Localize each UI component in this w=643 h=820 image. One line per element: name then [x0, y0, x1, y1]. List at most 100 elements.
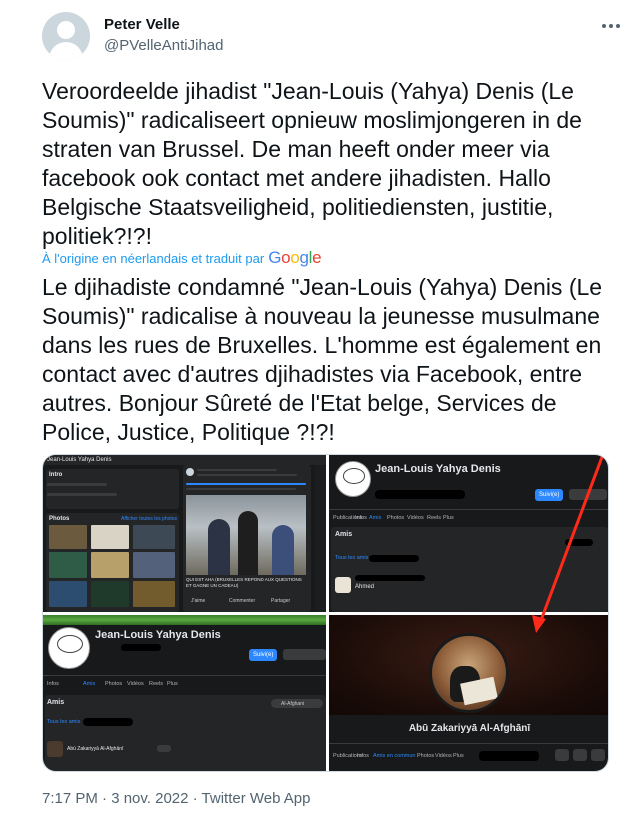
- translation-note: À l'origine en néerlandais et traduit pa…: [42, 251, 265, 266]
- img4-tab: Photos: [417, 753, 435, 759]
- google-logo: Google: [268, 248, 322, 267]
- post-photo: [186, 495, 306, 575]
- friend-avatar: [47, 741, 63, 757]
- redaction: [479, 751, 539, 761]
- profile-picture: [429, 633, 509, 713]
- person-shape: [238, 511, 258, 575]
- friend-action: [157, 745, 171, 752]
- img3-tab: Vidéos: [127, 681, 144, 687]
- img1-post-caption: QUI EST AHA (BRUXELLES REPOND AUX QUESTI…: [186, 577, 302, 588]
- photo-thumb: [91, 581, 129, 607]
- img3-tab: Photos: [105, 681, 123, 687]
- post-text-line: [197, 469, 277, 471]
- photo-thumb: [49, 525, 87, 549]
- tweet-header: Peter Velle @PVelleAntiJihad: [42, 12, 623, 72]
- avatar-body-shape: [49, 42, 83, 60]
- img3-tab: Plus: [167, 681, 178, 687]
- img2-tab-active: Amis: [369, 515, 382, 521]
- post-text-line: [186, 483, 306, 485]
- photo-thumb: [133, 552, 175, 578]
- tweet-translated-line: Soumis)" radicalise à nouveau la jeuness…: [42, 303, 600, 329]
- img2-tab: Photos: [387, 515, 405, 521]
- page-logo: [335, 461, 371, 497]
- post-text-line: [197, 474, 297, 476]
- img4-tab: Plus: [453, 753, 464, 759]
- img1-photos-label: Photos: [49, 516, 70, 522]
- tweet-text-line: straten van Brussel. De man heeft onder …: [42, 136, 550, 162]
- tweet-text-original: Veroordeelde jihadist "Jean-Louis (Yahya…: [42, 77, 612, 251]
- img1-intro-line: [47, 493, 117, 496]
- redaction: [565, 539, 593, 546]
- redaction: [369, 555, 419, 562]
- tweet-translated-line: autres. Bonjour Sûreté de l'Etat belge, …: [42, 390, 557, 416]
- redaction: [355, 575, 425, 581]
- img2-profile-name: Jean-Louis Yahya Denis: [375, 463, 501, 475]
- img3-tab: Reels: [149, 681, 164, 687]
- author-handle[interactable]: @PVelleAntiJihad: [104, 36, 223, 56]
- redaction: [121, 644, 161, 651]
- friend-avatar: [335, 577, 351, 593]
- img2-message-button: [569, 489, 607, 500]
- redaction: [83, 718, 133, 726]
- tweet-text-line: politiek?!?!: [42, 223, 152, 249]
- tweet-translated-line: contact avec d'autres djihadistes via Fa…: [42, 361, 583, 387]
- img3-profile-name: Jean-Louis Yahya Denis: [95, 629, 221, 641]
- img3-tab-active: Amis: [83, 681, 96, 687]
- img3-all-friends: Tous les amis: [47, 719, 81, 725]
- person-shape: [208, 519, 230, 575]
- img3-message-button: [283, 649, 326, 660]
- more-options-icon[interactable]: [601, 16, 623, 36]
- tweet-text-translated: Le djihadiste condamné "Jean-Louis (Yahy…: [42, 273, 612, 447]
- img3-tab: Infos: [47, 681, 59, 687]
- avatar-head-shape: [57, 21, 75, 39]
- avatar[interactable]: [42, 12, 90, 60]
- cover-grass: [43, 615, 326, 625]
- img2-tab: Vidéos: [407, 515, 424, 521]
- author-display-name[interactable]: Peter Velle: [104, 15, 223, 35]
- media-grid: Jean-Louis Yahya Denis Intro Photos Affi…: [42, 454, 609, 772]
- divider: [329, 743, 608, 744]
- img1-intro-panel: [46, 469, 179, 509]
- img4-profile-name: Abū Zakariyyā Al-Afghānī: [408, 723, 531, 734]
- media-image-3[interactable]: Jean-Louis Yahya Denis Suivi(e) Infos Am…: [43, 615, 326, 771]
- media-image-1[interactable]: Jean-Louis Yahya Denis Intro Photos Affi…: [43, 455, 326, 612]
- img1-page-name: Jean-Louis Yahya Denis: [47, 457, 112, 463]
- img3-search-text: Al-Afghani: [281, 701, 305, 707]
- media-image-4[interactable]: Abū Zakariyyā Al-Afghānī Publications In…: [329, 615, 608, 771]
- img1-like: J'aime: [191, 598, 206, 604]
- post-avatar: [186, 468, 194, 476]
- img4-tab-active: Amis en commun: [373, 753, 416, 759]
- photo-thumb: [91, 552, 129, 578]
- img2-tab: Infos: [355, 515, 367, 521]
- img2-all-friends: Tous les amis: [335, 555, 369, 561]
- person-shape: [272, 525, 294, 575]
- img1-scrollbar: [315, 465, 326, 612]
- tweet-translated-line: dans les rues de Bruxelles. L'homme est …: [42, 332, 602, 358]
- img1-intro-line: [47, 483, 107, 486]
- img4-tab: Vidéos: [435, 753, 452, 759]
- img1-comment: Commenter: [229, 598, 256, 604]
- tweet-text-line: Soumis)" radicaliseert opnieuw moslimjon…: [42, 107, 582, 133]
- media-image-2[interactable]: Jean-Louis Yahya Denis Suivi(e) Publicat…: [329, 455, 608, 612]
- page-logo: [48, 627, 90, 669]
- photo-thumb: [91, 525, 129, 549]
- img3-follow-button: Suivi(e): [249, 649, 278, 661]
- img4-tab: Infos: [357, 753, 369, 759]
- img3-friends-heading: Amis: [47, 699, 65, 706]
- img1-share: Partager: [271, 598, 291, 604]
- tweet-text-line: Belgische Staatsveiligheid, politiediens…: [42, 194, 554, 220]
- tweet-translated-line: Le djihadiste condamné "Jean-Louis (Yahy…: [42, 274, 603, 300]
- img2-follow-button: Suivi(e): [535, 489, 564, 501]
- img2-friend-name: Ahmed: [355, 584, 375, 590]
- messenger-icon: [555, 749, 569, 761]
- tweet-timestamp[interactable]: 7:17 PM · 3 nov. 2022 · Twitter Web App: [42, 789, 310, 809]
- divider: [329, 509, 608, 510]
- img1-see-all-photos: Afficher toutes les photos: [121, 516, 178, 522]
- img2-tab: Plus: [443, 515, 454, 521]
- action-icon: [573, 749, 587, 761]
- photo-thumb: [49, 552, 87, 578]
- translation-attribution[interactable]: À l'origine en néerlandais et traduit pa…: [42, 248, 322, 267]
- photo-thumb: [133, 525, 175, 549]
- tweet-translated-line: Police, Justice, Politique ?!?!: [42, 419, 335, 445]
- img2-friends-heading: Amis: [335, 531, 353, 538]
